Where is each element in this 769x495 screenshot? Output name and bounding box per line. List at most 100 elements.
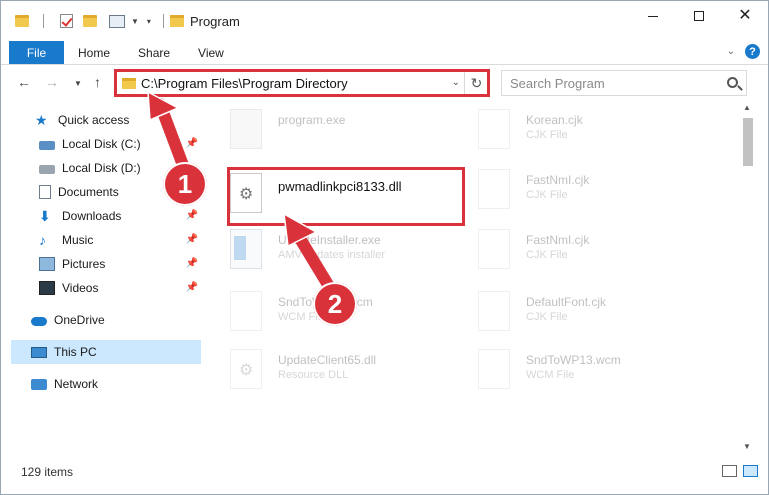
pin-icon[interactable]: 📌 xyxy=(186,282,198,293)
file-type: CJK File xyxy=(526,311,568,323)
file-item-fastnml-cjk-2[interactable]: FastNmI.cjk CJK File xyxy=(478,227,718,275)
sidebar-item-music[interactable]: ♪ Music 📌 xyxy=(1,228,206,252)
tab-share[interactable]: Share xyxy=(124,41,184,64)
sidebar-item-pictures[interactable]: Pictures 📌 xyxy=(1,252,206,276)
chevron-down-icon[interactable]: ▼ xyxy=(131,17,139,26)
close-button[interactable]: ✕ xyxy=(722,1,768,31)
address-dropdown-icon[interactable]: ⌄ xyxy=(452,77,460,88)
refresh-icon[interactable]: ↻ xyxy=(464,71,488,95)
address-folder-icon xyxy=(122,78,136,89)
file-item-updateinstaller-exe[interactable]: UpdateInstaller.exe AMV updates installe… xyxy=(230,227,470,275)
tab-file[interactable]: File xyxy=(9,41,64,64)
folder-icon[interactable] xyxy=(15,15,29,27)
disk-d-icon xyxy=(39,165,55,174)
tab-home[interactable]: Home xyxy=(64,41,124,64)
file-name: Korean.cjk xyxy=(526,113,583,127)
file-type: CJK File xyxy=(526,189,568,201)
title-folder-icon xyxy=(169,15,184,27)
back-arrow-icon[interactable]: ← xyxy=(17,74,31,90)
sidebar-item-label: Pictures xyxy=(62,257,106,271)
window-title: Program xyxy=(189,13,240,29)
quick-access-toolbar: ▼ ▾ xyxy=(1,14,170,28)
file-item-pwmadlinkpci8133-dll[interactable]: pwmadlinkpci8133.dll xyxy=(230,171,470,219)
scroll-down-icon[interactable]: ▼ xyxy=(743,442,751,451)
minimize-button[interactable] xyxy=(630,1,676,31)
generic-file-icon xyxy=(478,229,510,269)
ribbon-right: ⌄ ? xyxy=(727,44,760,59)
file-name: DefaultFont.cjk xyxy=(526,295,607,309)
address-bar[interactable]: C:\Program Files\Program Directory ⌄ ↻ xyxy=(114,70,489,96)
pin-icon[interactable]: 📌 xyxy=(186,138,198,149)
expand-ribbon-icon[interactable]: ⌄ xyxy=(727,46,735,57)
pin-icon[interactable]: 📌 xyxy=(186,210,198,221)
close-icon: ✕ xyxy=(738,7,752,24)
file-name: SndToWP13.wcm xyxy=(526,353,621,367)
maximize-button[interactable] xyxy=(676,1,722,31)
pictures-icon xyxy=(39,257,55,271)
music-icon: ♪ xyxy=(39,232,46,248)
file-name: UpdateClient65.dll xyxy=(278,353,377,367)
pin-icon[interactable]: 📌 xyxy=(186,258,198,269)
properties-icon[interactable] xyxy=(109,14,125,28)
file-type: Resource DLL xyxy=(278,369,349,381)
sidebar-item-label: Local Disk (C:) xyxy=(62,137,141,151)
search-icon[interactable] xyxy=(727,77,738,88)
dll-file-icon xyxy=(230,349,262,389)
file-item-korean-cjk[interactable]: Korean.cjk CJK File xyxy=(478,107,718,155)
ribbon-tabs: File Home Share View ⌄ ? xyxy=(1,41,768,65)
sidebar-item-local-disk-c[interactable]: Local Disk (C:) 📌 xyxy=(1,132,206,156)
file-name: FastNmI.cjk xyxy=(526,233,590,247)
sidebar-item-label: Documents xyxy=(58,185,119,199)
pin-icon[interactable]: 📌 xyxy=(186,234,198,245)
file-item-defaultfont-cjk[interactable]: DefaultFont.cjk CJK File xyxy=(478,289,718,337)
sidebar-item-onedrive[interactable]: OneDrive xyxy=(1,308,206,332)
tab-view[interactable]: View xyxy=(184,41,238,64)
documents-icon xyxy=(39,185,51,199)
up-arrow-icon[interactable]: ↑ xyxy=(94,74,101,90)
file-item-program-exe[interactable]: program.exe xyxy=(230,107,470,155)
address-path[interactable]: C:\Program Files\Program Directory xyxy=(141,76,348,91)
sidebar-item-quick-access[interactable]: ★ Quick access xyxy=(1,108,206,132)
dll-file-icon xyxy=(230,173,262,213)
file-item-updateclient65-dll[interactable]: UpdateClient65.dll Resource DLL xyxy=(230,347,470,395)
callout-step-1: 1 xyxy=(163,162,207,206)
details-view-icon[interactable] xyxy=(722,465,737,477)
vertical-scrollbar[interactable]: ▲ ▼ xyxy=(740,101,756,453)
generic-file-icon xyxy=(478,349,510,389)
scroll-thumb[interactable] xyxy=(743,118,753,166)
new-folder-icon[interactable] xyxy=(83,15,97,27)
maximize-icon xyxy=(694,11,704,21)
sidebar-item-this-pc[interactable]: This PC xyxy=(11,340,201,364)
sidebar-item-network[interactable]: Network xyxy=(1,372,206,396)
file-list: program.exe pwmadlinkpci8133.dll UpdateI… xyxy=(206,101,740,453)
explorer-window: ▼ ▾ Program ✕ File Home Share View ⌄ ? ←… xyxy=(0,0,769,495)
properties-check-icon[interactable] xyxy=(60,14,73,28)
title-bar: ▼ ▾ Program ✕ xyxy=(1,1,768,41)
help-icon[interactable]: ? xyxy=(745,44,760,59)
status-bar: 129 items xyxy=(1,453,768,494)
file-name: UpdateInstaller.exe xyxy=(278,233,381,247)
recent-locations-icon[interactable]: ▼ xyxy=(74,79,82,88)
disk-c-icon xyxy=(39,141,55,150)
sidebar-item-label: OneDrive xyxy=(54,313,105,327)
file-item-fastnml-cjk[interactable]: FastNmI.cjk CJK File xyxy=(478,167,718,215)
sidebar-item-videos[interactable]: Videos 📌 xyxy=(1,276,206,300)
file-name: program.exe xyxy=(278,113,346,127)
file-type: WCM File xyxy=(526,369,575,381)
window-controls: ✕ xyxy=(630,1,768,41)
search-input[interactable]: Search Program xyxy=(510,76,605,91)
toolbar-separator xyxy=(43,14,44,28)
forward-arrow-icon[interactable]: → xyxy=(45,74,59,90)
scroll-up-icon[interactable]: ▲ xyxy=(743,103,751,112)
large-icons-view-icon[interactable] xyxy=(743,465,758,477)
sidebar-item-downloads[interactable]: ⬇ Downloads 📌 xyxy=(1,204,206,228)
view-switcher xyxy=(722,465,758,477)
search-box[interactable]: Search Program xyxy=(501,70,747,96)
file-item-sndtowp13-wcm-2[interactable]: SndToWP13.wcm WCM File xyxy=(478,347,718,395)
customize-toolbar-icon[interactable]: ▾ xyxy=(147,17,151,26)
navigation-pane: ★ Quick access Local Disk (C:) 📌 Local D… xyxy=(1,101,206,453)
sidebar-item-label: This PC xyxy=(54,345,97,359)
onedrive-icon xyxy=(31,317,47,326)
file-type: AMV updates installer xyxy=(278,249,385,261)
minimize-icon xyxy=(648,15,658,17)
